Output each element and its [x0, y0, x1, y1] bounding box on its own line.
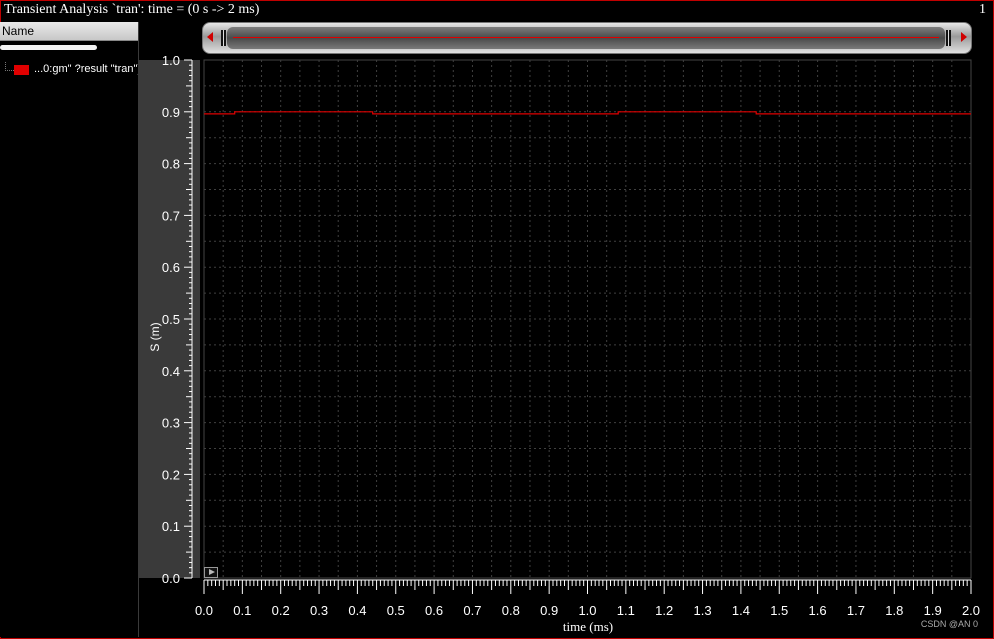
- y-tick-label: 0.3: [162, 416, 180, 431]
- x-tick-label: 1.5: [770, 603, 788, 618]
- x-tick-label: 0.1: [233, 603, 251, 618]
- x-tick-label: 2.0: [962, 603, 980, 618]
- x-tick-label: 1.0: [578, 603, 596, 618]
- x-tick-label: 0.7: [463, 603, 481, 618]
- x-tick-label: 0.9: [540, 603, 558, 618]
- x-tick-label: 1.7: [847, 603, 865, 618]
- x-tick-label: 0.0: [195, 603, 213, 618]
- y-tick-label: 0.9: [162, 105, 180, 120]
- x-tick-label: 0.3: [310, 603, 328, 618]
- x-tick-label: 0.2: [272, 603, 290, 618]
- waveform-plot[interactable]: 0.0 0.1 0.2 0.3 0.4 0.5 0.6 0.7 0.8 0.9 1.0 0.0 0.1 0…: [0, 0, 994, 639]
- x-tick-label: 1.6: [809, 603, 827, 618]
- y-tick-label: 0.4: [162, 364, 180, 379]
- x-tick-label: 1.4: [732, 603, 750, 618]
- x-axis-label: time (ms): [562, 619, 614, 634]
- x-tick-label: 0.4: [348, 603, 366, 618]
- x-tick-label: 1.8: [885, 603, 903, 618]
- y-tick-label: 0.7: [162, 208, 180, 223]
- x-tick-label: 1.2: [655, 603, 673, 618]
- x-tick-label: 1.1: [617, 603, 635, 618]
- y-tick-label: 0.8: [162, 157, 180, 172]
- x-tick-label: 1.3: [694, 603, 712, 618]
- y-tick-label: 0.6: [162, 260, 180, 275]
- x-tick-label: 1.9: [924, 603, 942, 618]
- y-tick-label: 0.5: [162, 312, 180, 327]
- watermark: CSDN @AN 0: [920, 619, 978, 629]
- x-tick-label: 0.6: [425, 603, 443, 618]
- play-icon[interactable]: [204, 567, 218, 578]
- y-tick-label: 1.0: [162, 53, 180, 68]
- y-tick-label: 0.2: [162, 467, 180, 482]
- y-tick-label: 0.0: [162, 571, 180, 586]
- y-tick-label: 0.1: [162, 519, 180, 534]
- x-tick-label: 0.5: [387, 603, 405, 618]
- x-tick-label: 0.8: [502, 603, 520, 618]
